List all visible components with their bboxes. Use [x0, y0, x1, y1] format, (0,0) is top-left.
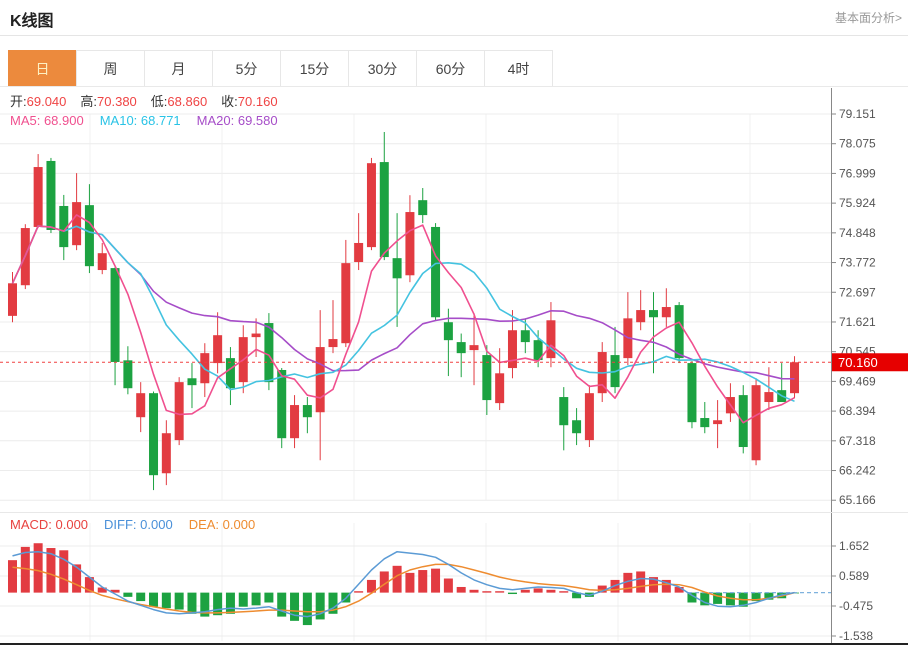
tab-周[interactable]: 周	[76, 50, 145, 86]
macd-chart-area[interactable]: 1.652 0.589 -0.475 -1.538 MACD: 0.000 DIFF: …	[0, 512, 908, 646]
tab-30分[interactable]: 30分	[348, 50, 417, 86]
page-title: K线图	[10, 7, 54, 31]
svg-text:76.999: 76.999	[839, 166, 876, 180]
svg-text:71.621: 71.621	[839, 315, 876, 329]
macd-item-2: DEA: 0.000	[189, 517, 256, 532]
svg-text:78.075: 78.075	[839, 137, 876, 151]
tab-60分[interactable]: 60分	[416, 50, 485, 86]
widget-header: K线图 基本面分析>	[0, 0, 908, 36]
macd-info-overlay: MACD: 0.000 DIFF: 0.000 DEA: 0.000	[10, 517, 271, 532]
kline-widget: K线图 基本面分析> 日周月5分15分30分60分4时 79.151 78.075…	[0, 0, 908, 646]
ma-item-1: MA10: 68.771	[100, 113, 181, 128]
macd-item-0: MACD: 0.000	[10, 517, 88, 532]
bottom-border	[0, 643, 908, 645]
tab-月[interactable]: 月	[144, 50, 213, 86]
svg-text:68.394: 68.394	[839, 404, 876, 418]
interval-tabbar: 日周月5分15分30分60分4时	[0, 50, 908, 87]
fundamental-analysis-link[interactable]: 基本面分析>	[835, 9, 902, 26]
candlestick-chart-svg: 79.151 78.075 76.999 75.924 74.848 73.772 72.6…	[0, 88, 908, 512]
ohlc-item-0: 开:69.040	[10, 94, 66, 109]
ohlc-item-1: 高:70.380	[80, 94, 136, 109]
svg-text:0.589: 0.589	[839, 569, 869, 583]
svg-text:65.166: 65.166	[839, 493, 876, 507]
ohlc-row: 开:69.040 高:70.380 低:68.860 收:70.160	[10, 92, 294, 111]
interval-tabs: 日周月5分15分30分60分4时	[8, 50, 553, 86]
svg-text:66.242: 66.242	[839, 464, 876, 478]
tab-5分[interactable]: 5分	[212, 50, 281, 86]
svg-text:67.318: 67.318	[839, 434, 876, 448]
price-info-overlay: 开:69.040 高:70.380 低:68.860 收:70.160 MA5: 68…	[10, 92, 294, 130]
svg-text:1.652: 1.652	[839, 539, 869, 553]
svg-text:72.697: 72.697	[839, 285, 876, 299]
svg-text:75.924: 75.924	[839, 196, 876, 210]
ma-row: MA5: 68.900 MA10: 68.771 MA20: 69.580	[10, 111, 294, 130]
candlestick-chart-area[interactable]: 79.151 78.075 76.999 75.924 74.848 73.772 72.6…	[0, 88, 908, 512]
tab-日[interactable]: 日	[8, 50, 77, 86]
svg-text:-1.538: -1.538	[839, 629, 873, 643]
macd-item-1: DIFF: 0.000	[104, 517, 173, 532]
ohlc-item-3: 收:70.160	[221, 94, 277, 109]
tab-15分[interactable]: 15分	[280, 50, 349, 86]
ma-item-0: MA5: 68.900	[10, 113, 84, 128]
svg-text:69.469: 69.469	[839, 374, 876, 388]
svg-text:-0.475: -0.475	[839, 599, 873, 613]
ohlc-item-2: 低:68.860	[151, 94, 207, 109]
svg-text:73.772: 73.772	[839, 256, 876, 270]
svg-text:70.160: 70.160	[838, 355, 878, 370]
svg-text:74.848: 74.848	[839, 226, 876, 240]
ma-item-2: MA20: 69.580	[197, 113, 278, 128]
macd-chart-svg: 1.652 0.589 -0.475 -1.538	[0, 513, 908, 646]
tab-4时[interactable]: 4时	[484, 50, 553, 86]
svg-text:79.151: 79.151	[839, 107, 876, 121]
